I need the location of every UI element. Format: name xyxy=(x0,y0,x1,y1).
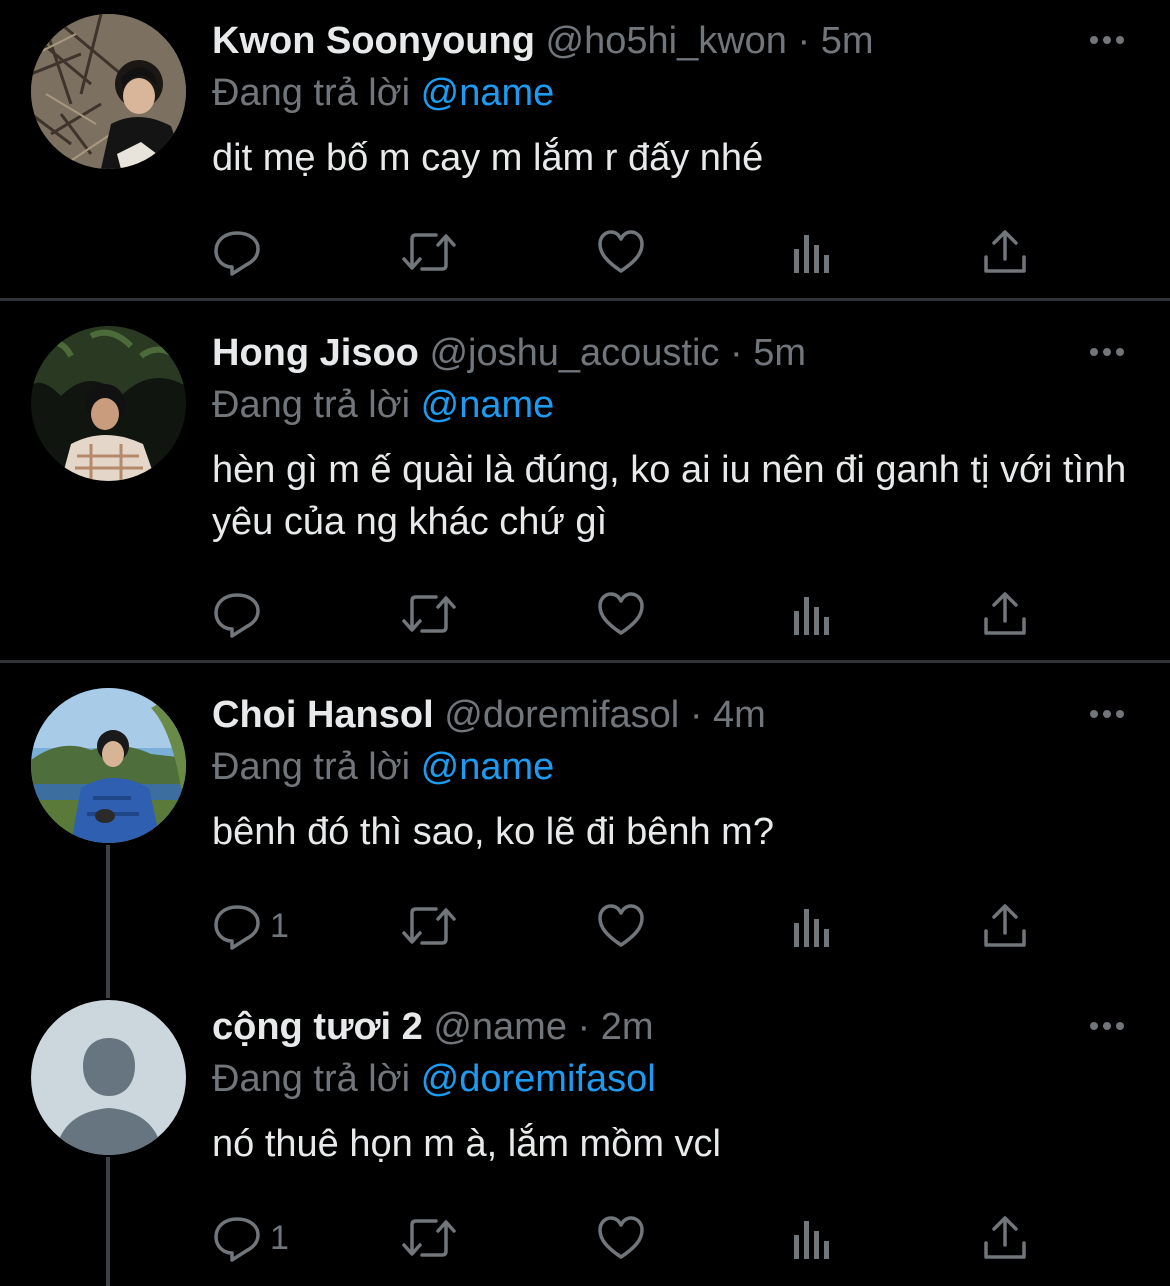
like-button[interactable] xyxy=(596,1210,646,1266)
separator-dot: · xyxy=(577,1006,591,1048)
reply-button[interactable] xyxy=(212,224,270,280)
reply-icon xyxy=(214,905,260,950)
replying-to: Đang trả lời @name xyxy=(212,380,554,430)
display-name[interactable]: Choi Hansol xyxy=(212,694,434,736)
handle[interactable]: @ho5hi_kwon xyxy=(546,20,787,62)
share-button[interactable] xyxy=(980,224,1030,280)
action-bar xyxy=(212,586,1062,642)
replying-to: Đang trả lời @name xyxy=(212,742,554,792)
mention-link[interactable]: @name xyxy=(421,746,555,788)
share-button[interactable] xyxy=(980,1210,1030,1266)
divider xyxy=(0,298,1170,301)
mention-link[interactable]: @name xyxy=(421,384,555,426)
timestamp[interactable]: 2m xyxy=(601,1006,654,1048)
retweet-icon xyxy=(402,233,456,271)
handle[interactable]: @doremifasol xyxy=(444,694,679,736)
handle[interactable]: @joshu_acoustic xyxy=(429,332,719,374)
share-icon xyxy=(984,230,1026,273)
reply-count: 1 xyxy=(270,906,289,945)
tweet-text: bênh đó thì sao, ko lẽ đi bênh m? xyxy=(212,811,774,853)
action-bar: 1 xyxy=(212,1210,1062,1266)
replying-to-label: Đang trả lời xyxy=(212,746,411,788)
reply-icon xyxy=(214,593,260,638)
more-icon[interactable] xyxy=(1086,1006,1128,1046)
tweet[interactable]: cộng tươi 2 @name · 2m Đang trả lời @dor… xyxy=(0,986,1170,1286)
display-name[interactable]: Kwon Soonyoung xyxy=(212,20,535,62)
share-icon xyxy=(984,904,1026,947)
retweet-icon xyxy=(402,595,456,633)
handle[interactable]: @name xyxy=(433,1006,567,1048)
timestamp[interactable]: 5m xyxy=(821,20,874,62)
retweet-button[interactable] xyxy=(400,224,458,280)
reply-button[interactable]: 1 xyxy=(212,1210,289,1266)
like-icon xyxy=(598,230,644,273)
replying-to: Đang trả lời @name xyxy=(212,68,554,118)
share-button[interactable] xyxy=(980,586,1030,642)
avatar[interactable] xyxy=(31,1000,186,1155)
like-icon xyxy=(598,904,644,947)
retweet-button[interactable] xyxy=(400,586,458,642)
separator-dot: · xyxy=(689,694,703,736)
reply-count: 1 xyxy=(270,1218,289,1257)
tweet-text: nó thuê họn m à, lắm mồm vcl xyxy=(212,1123,721,1165)
share-button[interactable] xyxy=(980,898,1030,954)
tweet-header: Hong Jisoo @joshu_acoustic · 5m xyxy=(212,328,806,378)
views-icon xyxy=(794,909,829,947)
tweet-header: Choi Hansol @doremifasol · 4m xyxy=(212,690,766,740)
tweet[interactable]: Hong Jisoo @joshu_acoustic · 5m Đang trả… xyxy=(0,312,1170,662)
tweet-text: dit mẹ bố m cay m lắm r đấy nhé xyxy=(212,137,764,179)
views-icon xyxy=(794,1221,829,1259)
replying-to-label: Đang trả lời xyxy=(212,384,411,426)
like-button[interactable] xyxy=(596,586,646,642)
avatar[interactable] xyxy=(31,14,186,169)
retweet-icon xyxy=(402,907,456,945)
retweet-icon xyxy=(402,1219,456,1257)
display-name[interactable]: Hong Jisoo xyxy=(212,332,419,374)
more-icon[interactable] xyxy=(1086,694,1128,734)
tweet[interactable]: Kwon Soonyoung @ho5hi_kwon · 5m Đang trả… xyxy=(0,0,1170,300)
more-icon[interactable] xyxy=(1086,332,1128,372)
reply-icon xyxy=(214,1217,260,1262)
like-button[interactable] xyxy=(596,224,646,280)
separator-dot: · xyxy=(797,20,811,62)
like-icon xyxy=(598,1216,644,1259)
separator-dot: · xyxy=(729,332,743,374)
reply-button[interactable] xyxy=(212,586,270,642)
more-icon[interactable] xyxy=(1086,20,1128,60)
action-bar xyxy=(212,224,1062,280)
share-icon xyxy=(984,1216,1026,1259)
tweet-text: hèn gì m ế quài là đúng, ko ai iu nên đi… xyxy=(212,449,1127,543)
views-button[interactable] xyxy=(790,224,834,280)
action-bar: 1 xyxy=(212,898,1062,954)
display-name[interactable]: cộng tươi 2 xyxy=(212,1006,423,1048)
like-button[interactable] xyxy=(596,898,646,954)
views-button[interactable] xyxy=(790,1210,834,1266)
default-profile-icon xyxy=(31,1000,186,1155)
tweet-header: cộng tươi 2 @name · 2m xyxy=(212,1002,654,1052)
avatar[interactable] xyxy=(31,326,186,481)
views-icon xyxy=(794,597,829,635)
retweet-button[interactable] xyxy=(400,898,458,954)
timestamp[interactable]: 5m xyxy=(753,332,806,374)
divider xyxy=(0,660,1170,663)
like-icon xyxy=(598,592,644,635)
tweet[interactable]: Choi Hansol @doremifasol · 4m Đang trả l… xyxy=(0,674,1170,986)
tweet-header: Kwon Soonyoung @ho5hi_kwon · 5m xyxy=(212,16,874,66)
replying-to: Đang trả lời @doremifasol xyxy=(212,1054,656,1104)
reply-button[interactable]: 1 xyxy=(212,898,289,954)
views-button[interactable] xyxy=(790,898,834,954)
mention-link[interactable]: @name xyxy=(421,72,555,114)
replying-to-label: Đang trả lời xyxy=(212,72,411,114)
reply-icon xyxy=(214,231,260,276)
avatar[interactable] xyxy=(31,688,186,843)
views-button[interactable] xyxy=(790,586,834,642)
mention-link[interactable]: @doremifasol xyxy=(421,1058,656,1100)
replying-to-label: Đang trả lời xyxy=(212,1058,411,1100)
share-icon xyxy=(984,592,1026,635)
reply-thread: Kwon Soonyoung @ho5hi_kwon · 5m Đang trả… xyxy=(0,0,1170,1286)
retweet-button[interactable] xyxy=(400,1210,458,1266)
views-icon xyxy=(794,235,829,273)
timestamp[interactable]: 4m xyxy=(713,694,766,736)
